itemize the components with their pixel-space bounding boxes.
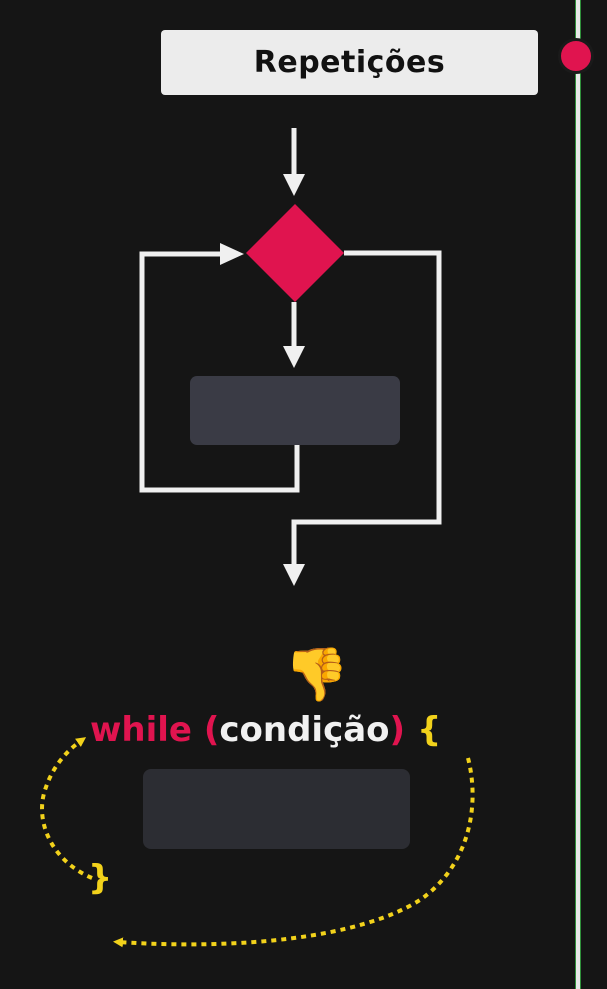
loop-body-block <box>190 376 400 445</box>
condition-diamond <box>246 204 344 302</box>
open-paren: ( <box>203 710 220 750</box>
while-statement: while (condição) { <box>90 705 441 755</box>
close-paren: ) <box>389 710 406 750</box>
body-arrow <box>283 302 305 368</box>
entry-arrow <box>283 128 305 196</box>
thumbs-down-icon: 👎 <box>284 645 349 705</box>
while-keyword: while <box>90 710 192 750</box>
condition-text: condição <box>219 710 390 750</box>
code-body-block <box>143 769 410 849</box>
slide: Repetições 👎 while (condição) {} <box>0 0 607 989</box>
close-brace: } <box>88 858 113 898</box>
open-brace: { <box>417 710 442 750</box>
loop-arrow-left <box>40 737 93 880</box>
